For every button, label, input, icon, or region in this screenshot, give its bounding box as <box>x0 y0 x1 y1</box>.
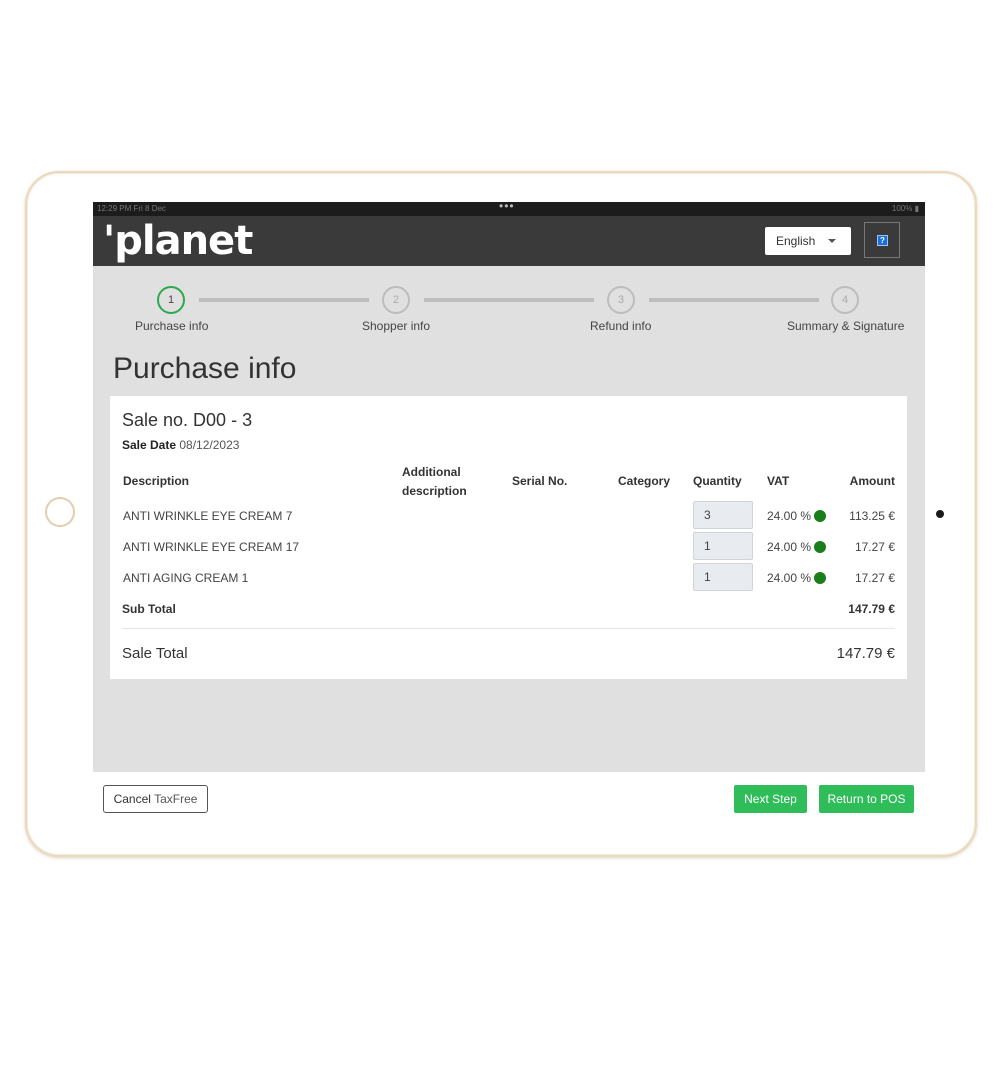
chevron-down-icon <box>828 239 836 243</box>
status-bar: 12:29 PM Fri 8 Dec ••• 100% ▮ <box>93 202 925 216</box>
col-additional-1: Additional <box>402 465 461 479</box>
help-icon: ? <box>877 235 888 246</box>
sale-date-value: 08/12/2023 <box>179 438 240 452</box>
step-connector-1 <box>199 298 369 302</box>
sale-card: Sale no. D00 - 3 Sale Date 08/12/2023 De… <box>110 396 907 679</box>
row-3-vat-value: 24.00 % <box>767 571 812 585</box>
sale-total-value: 147.79 € <box>836 645 895 662</box>
language-value: English <box>776 234 816 248</box>
step-4-label: Summary & Signature <box>787 319 905 333</box>
language-select[interactable]: English <box>765 227 851 255</box>
col-amount: Amount <box>849 474 895 488</box>
cancel-label: Cancel <box>113 792 151 806</box>
step-3-label: Refund info <box>590 319 652 333</box>
row-1-description: ANTI WRINKLE EYE CREAM 7 <box>123 509 293 523</box>
step-2-label: Shopper info <box>362 319 431 333</box>
status-battery: 100% ▮ <box>891 204 919 213</box>
sale-total-label: Sale Total <box>122 645 188 662</box>
sale-number: Sale no. D00 - 3 <box>122 410 253 430</box>
step-1-circle: 1 <box>157 286 185 314</box>
sub-total-value: 147.79 € <box>848 602 895 616</box>
home-button[interactable] <box>45 497 75 527</box>
camera <box>936 510 944 518</box>
row-1-amount: 113.25 € <box>849 509 895 523</box>
step-2-circle: 2 <box>382 286 410 314</box>
step-connector-3 <box>649 298 819 302</box>
cancel-taxfree-button[interactable]: Cancel TaxFree <box>103 785 208 813</box>
col-serial: Serial No. <box>512 474 568 488</box>
next-step-button[interactable]: Next Step <box>734 785 807 813</box>
row-3-quantity-input[interactable]: 1 <box>693 563 753 591</box>
row-1-vat-value: 24.00 % <box>767 509 812 523</box>
step-connector-2 <box>424 298 594 302</box>
step-3-circle: 3 <box>607 286 635 314</box>
footer-bar: Cancel TaxFree Next Step Return to POS <box>93 772 925 824</box>
row-2-amount: 17.27 € <box>854 540 895 554</box>
row-3-description: ANTI AGING CREAM 1 <box>123 571 249 585</box>
sub-total-label: Sub Total <box>122 602 176 616</box>
step-4-circle: 4 <box>831 286 859 314</box>
col-additional-2: description <box>402 484 467 498</box>
col-quantity: Quantity <box>693 474 742 488</box>
return-to-pos-button[interactable]: Return to POS <box>819 785 914 813</box>
app-screen: 12:29 PM Fri 8 Dec ••• 100% ▮ 'planet En… <box>93 202 925 824</box>
row-3-amount: 17.27 € <box>854 571 895 585</box>
page-title: Purchase info <box>113 352 297 385</box>
row-2-vat-value: 24.00 % <box>767 540 812 554</box>
sale-date-label: Sale Date <box>122 438 177 452</box>
col-description: Description <box>123 474 190 488</box>
top-bar: 'planet English ? <box>93 216 925 266</box>
col-vat: VAT <box>767 474 790 488</box>
row-1-quantity-input[interactable]: 3 <box>693 501 753 529</box>
multitask-dots[interactable]: ••• <box>499 202 515 213</box>
step-1-label: Purchase info <box>135 319 209 333</box>
taxfree-label: TaxFree <box>154 792 198 806</box>
row-2-quantity-input[interactable]: 1 <box>693 532 753 560</box>
row-2-description: ANTI WRINKLE EYE CREAM 17 <box>123 540 300 554</box>
help-button[interactable]: ? <box>864 222 900 258</box>
col-category: Category <box>618 474 671 488</box>
status-time: 12:29 PM Fri 8 Dec <box>97 204 166 213</box>
sale-date: Sale Date 08/12/2023 <box>122 438 239 452</box>
planet-logo: 'planet <box>103 218 253 264</box>
divider <box>122 628 895 629</box>
